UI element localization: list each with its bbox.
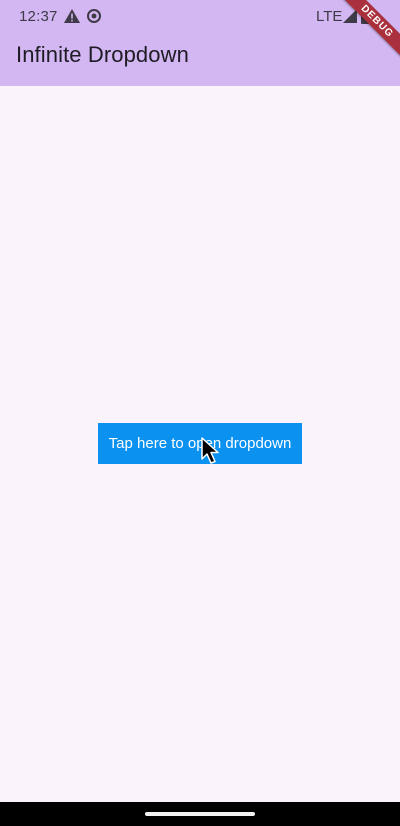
app-title: Infinite Dropdown — [16, 42, 189, 67]
network-type: LTE — [316, 8, 343, 25]
signal-icon — [343, 9, 357, 23]
alert-icon — [64, 9, 80, 23]
open-dropdown-button[interactable]: Tap here to open dropdown — [98, 423, 302, 464]
mouse-pointer-icon — [201, 437, 219, 464]
home-handle[interactable] — [145, 812, 255, 816]
app-bar: 12:37 LTE Infinite Dropdown — [0, 0, 400, 86]
status-time: 12:37 — [19, 8, 58, 25]
app-screen: 12:37 LTE Infinite Dropdown DEBUG Tap he… — [0, 0, 400, 826]
status-bar: 12:37 LTE — [0, 0, 400, 32]
circle-icon — [87, 9, 101, 23]
system-nav-bar — [0, 802, 400, 826]
